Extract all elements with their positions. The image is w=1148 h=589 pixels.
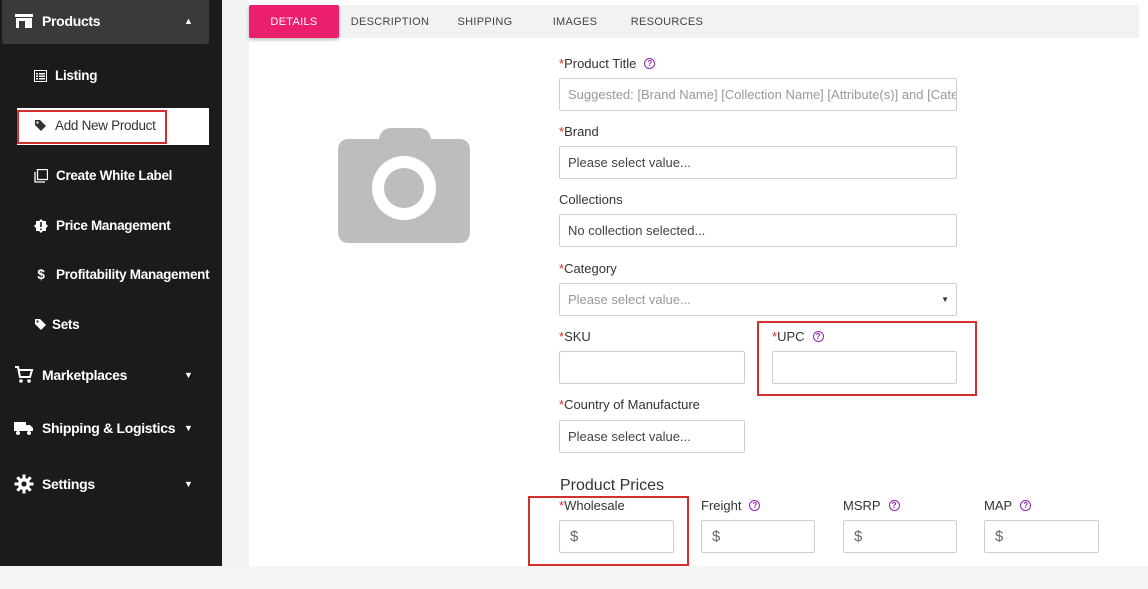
list-icon	[34, 69, 47, 82]
country-select[interactable]: Please select value...	[559, 420, 745, 453]
sidebar-item-label: Shipping & Logistics	[42, 420, 176, 436]
store-icon	[14, 13, 34, 29]
sidebar-item-create-white-label[interactable]: Create White Label	[34, 168, 172, 183]
sidebar-item-marketplaces[interactable]: Marketplaces ▼	[14, 366, 193, 384]
freight-label: Freight ?	[701, 498, 761, 513]
sidebar-item-shipping-logistics[interactable]: Shipping & Logistics ▼	[14, 420, 193, 436]
msrp-label: MSRP ?	[843, 498, 900, 513]
highlight-box-upc	[757, 321, 977, 396]
product-title-placeholder: Suggested: [Brand Name] [Collection Name…	[568, 87, 957, 102]
truck-icon	[14, 420, 34, 436]
tag-icon	[34, 318, 47, 331]
category-value: Please select value...	[568, 292, 691, 307]
category-select[interactable]: Please select value... ▼	[559, 283, 957, 316]
dollar-icon: $	[995, 528, 1004, 545]
sidebar-item-label: Price Management	[56, 218, 171, 233]
brand-label: * Brand	[559, 124, 599, 139]
caret-down-icon: ▼	[941, 295, 949, 304]
sidebar-item-label: Products	[42, 13, 101, 29]
brand-select[interactable]: Please select value...	[559, 146, 957, 179]
label-text: Country of Manufacture	[564, 397, 700, 412]
brand-value: Please select value...	[568, 155, 691, 170]
help-icon[interactable]: ?	[1020, 500, 1032, 511]
page: Products ▲ Listing Add New Product Creat…	[0, 0, 1148, 589]
label-text: Freight	[701, 498, 742, 513]
label-text: MAP	[984, 498, 1013, 513]
highlight-box-wholesale	[528, 496, 689, 566]
chevron-down-icon: ▼	[184, 370, 193, 380]
sidebar-item-label: Profitability Management	[56, 267, 210, 282]
label-text: Product Title	[564, 56, 637, 71]
country-value: Please select value...	[568, 429, 691, 444]
tab-description[interactable]: DESCRIPTION	[345, 5, 435, 38]
product-title-input[interactable]: Suggested: [Brand Name] [Collection Name…	[559, 78, 957, 111]
sku-input[interactable]	[559, 351, 745, 384]
chevron-up-icon: ▲	[184, 16, 193, 26]
sidebar-item-listing[interactable]: Listing	[34, 68, 97, 83]
help-icon[interactable]: ?	[888, 500, 900, 511]
help-icon[interactable]: ?	[749, 500, 761, 511]
freight-input[interactable]: $	[701, 520, 815, 553]
sidebar-item-settings[interactable]: Settings ▼	[14, 474, 193, 494]
map-input[interactable]: $	[984, 520, 1099, 553]
highlight-box-add-new-product	[17, 110, 167, 144]
copy-icon	[34, 168, 48, 183]
collections-value: No collection selected...	[568, 223, 706, 238]
sidebar-item-price-management[interactable]: Price Management	[34, 218, 171, 233]
country-label: * Country of Manufacture	[559, 397, 700, 412]
sidebar-item-sets[interactable]: Sets	[34, 317, 80, 332]
label-text: Collections	[559, 192, 623, 207]
label-text: SKU	[564, 329, 591, 344]
sidebar-item-label: Create White Label	[56, 168, 173, 183]
product-prices-title: Product Prices	[560, 477, 665, 494]
gear-icon	[14, 474, 34, 494]
chevron-down-icon: ▼	[184, 479, 193, 489]
sidebar-item-label: Settings	[42, 476, 95, 492]
sidebar-item-label: Marketplaces	[42, 367, 128, 383]
msrp-input[interactable]: $	[843, 520, 957, 553]
sidebar-item-label: Listing	[55, 68, 98, 83]
product-title-label: * Product Title ?	[559, 56, 656, 71]
tab-resources[interactable]: RESOURCES	[622, 5, 712, 38]
collections-select[interactable]: No collection selected...	[559, 214, 957, 247]
category-label: * Category	[559, 261, 617, 276]
sidebar-item-profitability-management[interactable]: $ Profitability Management	[34, 267, 209, 282]
tab-details[interactable]: DETAILS	[249, 5, 339, 38]
bottom-strip	[0, 566, 1148, 589]
content-gutter	[222, 0, 249, 566]
label-text: Brand	[564, 124, 599, 139]
badge-alert-icon	[34, 218, 48, 233]
label-text: MSRP	[843, 498, 881, 513]
cart-icon	[14, 366, 34, 384]
help-icon[interactable]: ?	[644, 58, 656, 69]
collections-label: Collections	[559, 192, 623, 207]
camera-icon[interactable]	[337, 127, 471, 249]
tab-images[interactable]: IMAGES	[540, 5, 610, 38]
dollar-icon: $	[712, 528, 721, 545]
tab-shipping[interactable]: SHIPPING	[445, 5, 525, 38]
dollar-icon: $	[854, 528, 863, 545]
map-label: MAP ?	[984, 498, 1032, 513]
dollar-icon: $	[37, 267, 45, 282]
chevron-down-icon: ▼	[184, 423, 193, 433]
sidebar-item-products[interactable]: Products ▲	[14, 13, 193, 29]
sidebar-item-label: Sets	[52, 317, 80, 332]
label-text: Category	[564, 261, 617, 276]
sku-label: * SKU	[559, 329, 591, 344]
